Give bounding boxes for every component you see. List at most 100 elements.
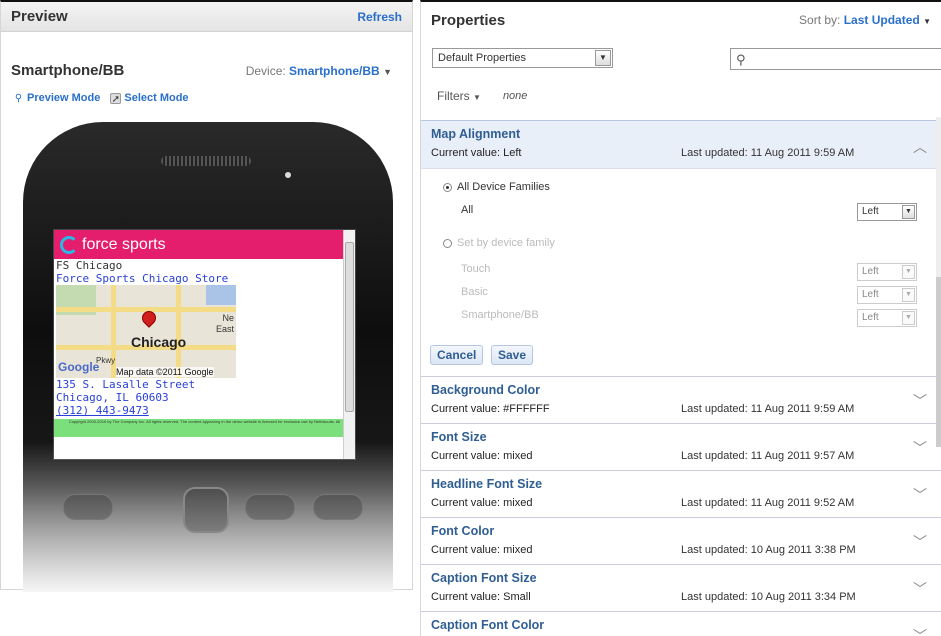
preview-title: Preview <box>11 8 68 25</box>
all-value-select[interactable]: Left ▼ <box>857 203 917 221</box>
dropdown-arrow-icon[interactable]: ▼ <box>595 50 611 66</box>
by-family-label: Set by device family <box>457 237 555 249</box>
trackpad <box>183 487 229 533</box>
properties-title: Properties <box>431 11 506 29</box>
google-logo: Google <box>58 360 100 374</box>
preview-mode-button[interactable]: ⚲ Preview Mode <box>13 92 101 104</box>
last-updated: Last updated: 11 Aug 2011 9:57 AM <box>681 450 855 462</box>
sort-control[interactable]: Sort by: Last Updated ▼ <box>799 13 931 27</box>
property-meta: Current value: Small Last updated: 10 Aug… <box>431 591 941 603</box>
back-button <box>245 494 295 520</box>
smartphone-select: Left ▼ <box>857 309 917 327</box>
last-updated: Last updated: 10 Aug 2011 3:38 PM <box>681 544 856 556</box>
properties-toolbar: Default Properties ▼ ⚲ <box>421 38 941 72</box>
property-meta: Current value: Left Last updated: 11 Aug… <box>431 147 941 159</box>
property-set-select[interactable]: Default Properties ▼ <box>432 48 613 68</box>
mode-toggles: ⚲ Preview Mode ➚ Select Mode <box>13 92 189 105</box>
property-title: Map Alignment <box>431 127 521 141</box>
property-row[interactable]: Font Size Current value: mixed Last updat… <box>421 423 941 470</box>
all-families-label: All Device Families <box>457 181 550 193</box>
property-row[interactable]: Headline Font Size Current value: mixed L… <box>421 470 941 517</box>
basic-select: Left ▼ <box>857 286 917 304</box>
preview-header: Preview Refresh <box>1 2 412 32</box>
chevron-down-icon[interactable]: ﹀ <box>913 626 927 636</box>
sort-label: Sort by: <box>799 13 841 27</box>
basic-value: Left <box>862 289 879 300</box>
chevron-down-icon[interactable]: ﹀ <box>913 579 927 599</box>
site-header: force sports <box>54 230 355 259</box>
cursor-icon: ➚ <box>110 92 122 105</box>
end-call-button <box>313 494 363 520</box>
property-title: Headline Font Size <box>431 477 543 491</box>
device-name: Smartphone/BB <box>11 62 125 79</box>
screen-scrollbar[interactable] <box>343 230 355 459</box>
properties-header: Properties Sort by: Last Updated ▼ <box>421 2 941 38</box>
chevron-down-icon[interactable]: ﹀ <box>913 391 927 411</box>
properties-panel: Properties Sort by: Last Updated ▼ Defau… <box>420 0 941 636</box>
chevron-down-icon[interactable]: ﹀ <box>913 532 927 552</box>
current-value: Current value: mixed <box>431 450 533 462</box>
property-details: All Device Families All Left ▼ Set by de… <box>421 168 941 376</box>
search-input[interactable]: ⚲ <box>730 48 941 70</box>
property-row[interactable]: Caption Font Color ﹀ <box>421 611 941 636</box>
device-selector[interactable]: Device: Smartphone/BB ▼ <box>246 64 392 78</box>
property-row[interactable]: Background Color Current value: #FFFFFF L… <box>421 376 941 423</box>
store-link[interactable]: Force Sports Chicago Store <box>54 272 355 285</box>
scroll-thumb[interactable] <box>345 242 354 412</box>
phone-link[interactable]: (312) 443-9473 <box>54 404 355 417</box>
chevron-down-icon[interactable]: ﹀ <box>913 438 927 458</box>
brand-name: force sports <box>82 235 166 253</box>
smartphone-value: Left <box>862 312 879 323</box>
preview-panel: Preview Refresh Smartphone/BB Device: Sm… <box>0 0 413 592</box>
last-updated: Last updated: 10 Aug 2011 3:34 PM <box>681 591 856 603</box>
select-mode-button[interactable]: ➚ Select Mode <box>110 92 189 105</box>
filters-value: none <box>502 90 528 102</box>
all-label: All <box>461 204 474 216</box>
call-button <box>63 494 113 520</box>
phone-speaker <box>161 156 251 166</box>
property-row-map-alignment[interactable]: Map Alignment Current value: Left Last u… <box>421 120 941 168</box>
property-title: Caption Font Size <box>431 571 537 585</box>
address-line-1: 135 S. Lasalle Street <box>56 378 196 391</box>
scroll-thumb[interactable] <box>936 277 941 447</box>
touch-value: Left <box>862 266 879 277</box>
property-list: Background Color Current value: #FFFFFF L… <box>421 376 941 636</box>
cancel-button[interactable]: Cancel <box>430 345 484 365</box>
store-short-name: FS Chicago <box>56 259 123 272</box>
chevron-up-icon[interactable]: ︿ <box>913 137 927 157</box>
store-map[interactable]: Chicago Ne East Pkwy Google Map data ©20… <box>56 285 236 378</box>
chevron-down-icon: ▼ <box>383 67 392 77</box>
last-updated: Last updated: 11 Aug 2011 9:59 AM <box>681 403 855 415</box>
radio-selected-icon[interactable] <box>443 182 452 192</box>
brand-logo-icon <box>60 235 78 254</box>
device-row: Smartphone/BB Device: Smartphone/BB ▼ <box>11 62 392 79</box>
sort-value[interactable]: Last Updated <box>844 13 920 27</box>
save-button[interactable]: Save <box>491 345 534 365</box>
radio-unselected-icon[interactable] <box>443 238 452 248</box>
chevron-down-icon: ▼ <box>923 17 931 26</box>
dropdown-arrow-icon: ▼ <box>902 311 915 325</box>
touch-label: Touch <box>461 263 491 275</box>
property-row[interactable]: Font Color Current value: mixed Last upda… <box>421 517 941 564</box>
filters-dropdown[interactable]: Filters ▼ <box>437 89 481 103</box>
properties-scrollbar[interactable] <box>936 117 941 447</box>
dropdown-arrow-icon: ▼ <box>902 265 915 279</box>
device-value[interactable]: Smartphone/BB <box>289 64 380 78</box>
by-family-option[interactable]: Set by device family <box>443 237 555 249</box>
map-credit: Map data ©2011 Google <box>116 367 214 377</box>
property-meta: Current value: #FFFFFF Last updated: 11 A… <box>431 403 941 415</box>
dropdown-arrow-icon[interactable]: ▼ <box>902 205 915 219</box>
site-footer: Copyright 2000-2010 by The Company Inc. … <box>54 419 355 437</box>
property-row[interactable]: Caption Font Size Current value: Small La… <box>421 564 941 611</box>
current-value: Current value: #FFFFFF <box>431 403 550 415</box>
phone-camera <box>285 172 291 178</box>
chevron-down-icon[interactable]: ﹀ <box>913 485 927 505</box>
property-title: Font Color <box>431 524 495 538</box>
all-families-option[interactable]: All Device Families <box>443 181 550 193</box>
property-title: Font Size <box>431 430 487 444</box>
refresh-link[interactable]: Refresh <box>357 10 402 24</box>
chevron-down-icon: ▼ <box>473 93 481 102</box>
filters-label: Filters <box>437 89 470 103</box>
property-meta: Current value: mixed Last updated: 11 Aug… <box>431 450 941 462</box>
property-title: Background Color <box>431 383 541 397</box>
